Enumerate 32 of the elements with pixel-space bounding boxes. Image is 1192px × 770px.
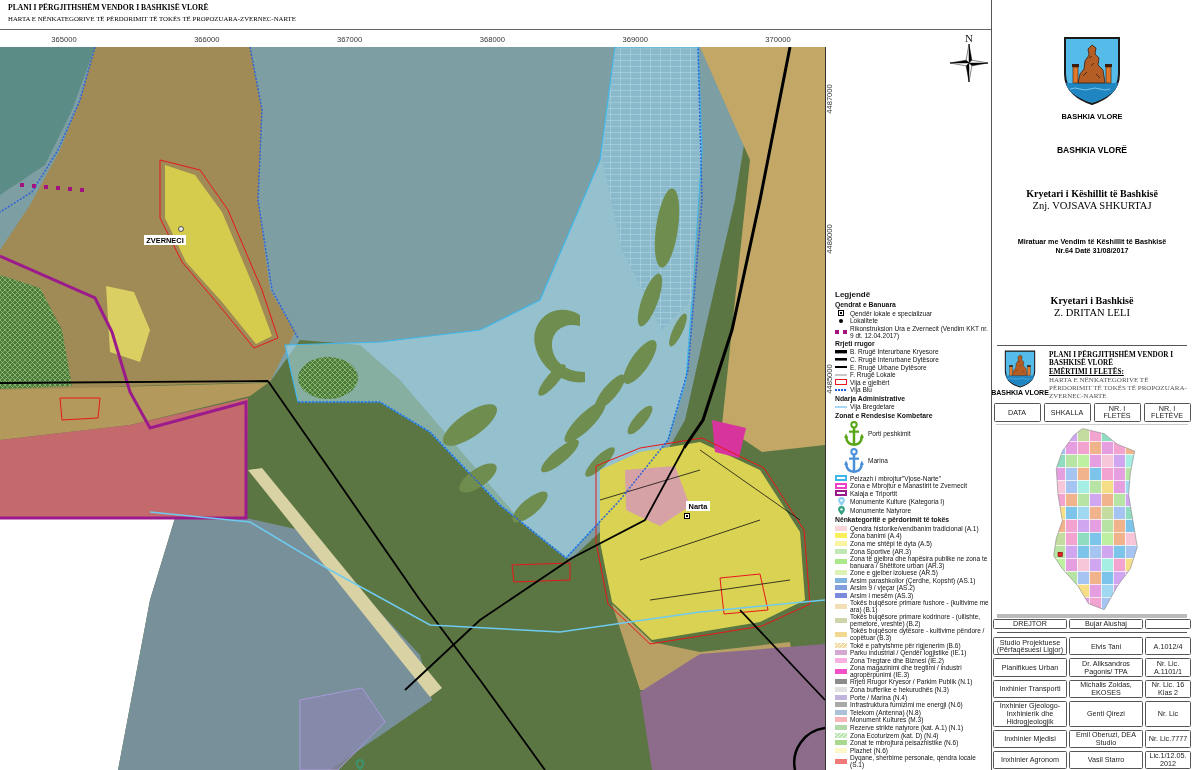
island	[541, 439, 579, 473]
island	[669, 313, 687, 347]
zone-outline	[59, 397, 101, 421]
historic-center-zone	[625, 466, 690, 526]
mayor-name: Z. DRITAN LELI	[1054, 307, 1130, 319]
legend-title: Legjendë	[835, 289, 871, 300]
mayor-title: Kryetari i Bashkisë	[1050, 295, 1134, 307]
north-label: N	[965, 32, 973, 44]
bridge-marker-line	[20, 183, 84, 192]
warehouse-zone	[712, 420, 746, 458]
shield-emblem-icon	[1063, 36, 1121, 106]
island	[512, 491, 548, 523]
eco-tourism-zone	[298, 357, 358, 399]
zone-outline	[511, 562, 571, 583]
island	[459, 463, 497, 493]
municipality-name: BASHKIA VLORË	[1056, 145, 1128, 156]
council-chair-name: Znj. VOJSAVA SHKURTAJ	[1032, 200, 1152, 212]
shield-emblem-icon	[1004, 350, 1036, 388]
local-center-icon	[684, 513, 690, 519]
island	[585, 447, 615, 477]
island	[564, 401, 606, 443]
roundabout-ring	[793, 726, 826, 770]
map-pin-icon	[356, 759, 364, 770]
council-chair-title: Kryetari i Këshillit të Bashkisë	[1026, 188, 1158, 200]
island	[442, 404, 498, 446]
compass-icon	[950, 44, 988, 82]
island	[623, 340, 657, 384]
locality-dot-icon	[178, 226, 184, 232]
island	[637, 273, 663, 327]
dot-icon	[839, 318, 843, 323]
framed-square-icon	[838, 310, 844, 317]
island	[627, 405, 653, 435]
